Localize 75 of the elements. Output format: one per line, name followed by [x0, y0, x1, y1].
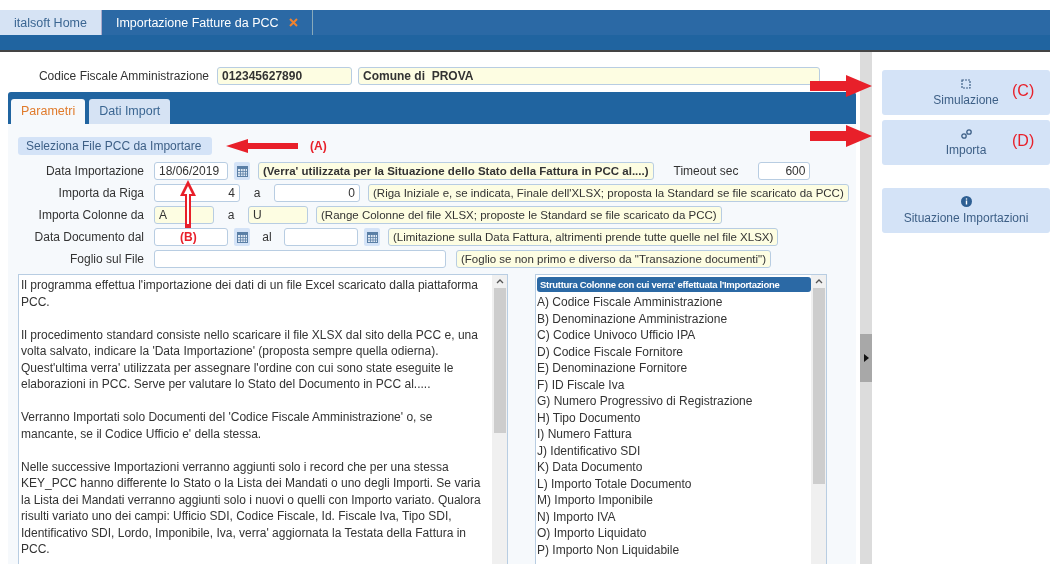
action-button[interactable]: Situazione Importazioni	[882, 188, 1050, 233]
calendar-button[interactable]	[234, 228, 250, 246]
timeout-field[interactable]: 600	[758, 162, 811, 180]
annotation-label: (A)	[310, 139, 327, 153]
list-item: I) Numero Fattura	[537, 426, 633, 443]
field-label: Foglio sul File	[68, 252, 144, 266]
list-item: C) Codice Univoco Ufficio IPA	[537, 327, 697, 344]
list-item: N) Importo IVA	[537, 508, 617, 525]
calendar-button[interactable]	[364, 228, 380, 246]
calendar-button[interactable]	[234, 162, 250, 180]
list-item: K) Data Documento	[537, 459, 644, 476]
input-field[interactable]: A	[154, 206, 214, 224]
field-label: Importa da Riga	[57, 186, 144, 200]
range-separator: a	[252, 186, 262, 200]
tab[interactable]: italsoft Home	[0, 10, 102, 35]
calendar-icon	[366, 231, 378, 243]
calendar-icon	[236, 231, 248, 243]
select-file-button[interactable]: Seleziona File PCC da Importare	[18, 137, 212, 155]
annotation-label: (B)	[180, 230, 197, 244]
input-field[interactable]: 0	[274, 184, 360, 202]
range-separator: al	[261, 230, 273, 244]
date-field[interactable]	[284, 228, 358, 246]
field-label: Data Documento dal	[33, 230, 144, 244]
input-field[interactable]	[154, 250, 446, 268]
fiscal-code-field[interactable]: 012345627890	[217, 67, 352, 85]
field-label: Data Importazione	[44, 164, 144, 178]
selection-icon	[961, 78, 971, 89]
list-item: D) Codice Fiscale Fornitore	[537, 343, 685, 360]
input-field[interactable]: U	[248, 206, 308, 224]
annotation-label: (D)	[1012, 132, 1035, 150]
list-item: L) Importo Totale Documento	[537, 475, 693, 492]
list-item: E) Denominazione Fornitore	[537, 360, 689, 377]
list-item: J) Identificativo SDI	[537, 442, 642, 459]
list-item: H) Tipo Documento	[537, 409, 642, 426]
input-field[interactable]: 4	[154, 184, 240, 202]
field-label: Codice Fiscale Amministrazione	[37, 69, 209, 83]
hint-text: (Foglio se non primo e diverso da "Transazione documenti")	[456, 250, 771, 268]
range-separator: a	[226, 208, 236, 222]
list-item: G) Numero Progressivo di Registrazione	[537, 393, 754, 410]
right-arrow-drawing	[810, 75, 872, 97]
hint-text: (Verra' utilizzata per la Situazione dello Stato della Fattura in PCC al....)	[258, 162, 654, 180]
description-paragraph: Il procedimento standard consiste nello scaricare il file XLSX dal sito della PCC e, una volta salvato, indicare la 'Data Importazione' (proposta sempre quella odierna). Quest'ultima verra' utilizzata per assegnare l'ordine con cui sono state eseguite le elaborazioni in PCC. Serve per valutare lo Stato del Documento in PCC al.....	[21, 326, 479, 393]
list-item: F) ID Fiscale Iva	[537, 376, 626, 393]
list-item: O) Importo Liquidato	[537, 525, 648, 542]
tab[interactable]: Dati Import	[89, 99, 171, 124]
chevron-up-icon[interactable]	[495, 279, 504, 284]
hint-text: (Riga Iniziale e, se indicata, Finale dell'XLSX; proposta la Standard se file scaricato da PCC)	[368, 184, 849, 202]
info-icon	[960, 196, 972, 207]
nodes-icon	[960, 128, 972, 139]
entity-name-field[interactable]: Comune di PROVA	[358, 67, 820, 85]
triangle-right-icon	[863, 354, 869, 362]
right-arrow-drawing	[810, 125, 872, 147]
close-icon[interactable]	[288, 18, 298, 27]
description-paragraph: Nelle successive Importazioni verranno aggiunti solo i record che per una stessa KEY_PCC hanno differente lo Stato o la Lista dei Mandati o uno degli Importi. Se varia la Lista dei Mandati verranno aggiunti solo i nuovi o quelli con Importo variato. Qualora risulti variato uno dei campi: Ufficio SDI, Codice Fiscale, Id. Fiscale Iva, Tipo SDI, Identificativo SDI, Lordo, Imponibile, Iva, verra' aggiornata la Testata della Fattura in PCC.	[21, 458, 482, 558]
field-label: Importa Colonne da	[37, 208, 144, 222]
hint-text: (Limitazione sulla Data Fattura, altrimenti prende tutte quelle nel file XLSX)	[388, 228, 779, 246]
list-item: B) Denominazione Amministrazione	[537, 310, 729, 327]
list-item: P) Importo Non Liquidabile	[537, 541, 681, 558]
field-label: Timeout sec	[673, 164, 739, 178]
description-paragraph: Il programma effettua l'importazione dei dati di un file Excel scaricato dalla piattaforma PCC.	[21, 277, 479, 310]
scrollbar[interactable]	[811, 275, 826, 564]
hint-text: (Range Colonne del file XLSX; proposte le Standard se file scaricato da PCC)	[316, 206, 722, 224]
chevron-up-icon[interactable]	[814, 279, 823, 284]
list-title: Struttura Colonne con cui verra' effettuata l'Importazione	[537, 277, 811, 292]
list-item: A) Codice Fiscale Amministrazione	[537, 294, 724, 311]
date-field[interactable]	[154, 228, 228, 246]
description-paragraph: Verranno Importati solo Documenti del 'Codice Fiscale Amministrazione' o, se mancante, se il Codice Ufficio e' della stessa.	[21, 409, 434, 442]
calendar-icon	[236, 165, 248, 177]
description-textarea[interactable]	[18, 274, 508, 564]
date-field[interactable]: 18/06/2019	[154, 162, 228, 180]
expand-handle[interactable]	[860, 334, 872, 382]
annotation-label: (C)	[1012, 82, 1035, 100]
list-item: M) Importo Imponibile	[537, 492, 655, 509]
scrollbar[interactable]	[492, 275, 507, 564]
left-arrow-drawing	[226, 139, 298, 153]
